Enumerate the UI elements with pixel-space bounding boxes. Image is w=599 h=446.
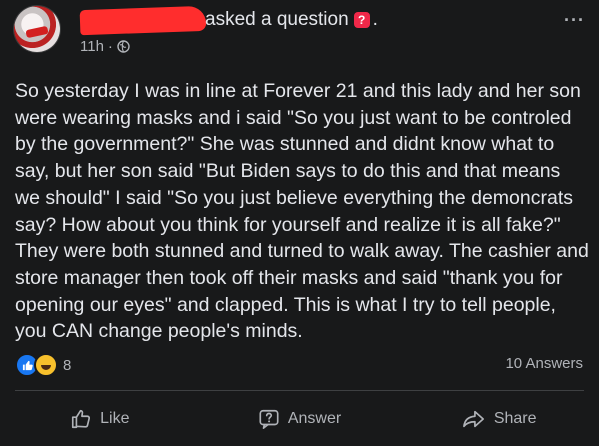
like-button[interactable]: Like <box>0 396 200 442</box>
divider <box>15 390 584 391</box>
action-bar: Like Answer Share <box>0 396 599 442</box>
header-action-text: asked a question <box>205 9 349 30</box>
answers-count-link[interactable]: 10 Answers <box>505 355 583 372</box>
haha-reaction-icon <box>34 353 58 377</box>
post-timestamp[interactable]: 11h <box>80 38 104 55</box>
answer-button[interactable]: Answer <box>200 396 400 442</box>
reactions-summary[interactable]: 8 <box>15 353 71 377</box>
post-header: asked a question ? . <box>205 9 378 31</box>
like-label: Like <box>100 410 130 427</box>
more-options-icon[interactable]: ··· <box>564 10 585 31</box>
post-meta: 11h · <box>80 38 130 55</box>
question-badge-icon: ? <box>353 12 370 28</box>
thumbs-up-icon <box>70 408 92 430</box>
share-button[interactable]: Share <box>399 396 599 442</box>
author-avatar[interactable] <box>14 6 60 52</box>
share-label: Share <box>493 410 537 427</box>
question-post: asked a question ? . 11h · ··· So yester… <box>0 0 599 446</box>
globe-icon <box>117 40 130 53</box>
question-bubble-icon <box>258 408 280 430</box>
header-trailing-dot: . <box>372 9 378 30</box>
meta-separator: · <box>107 38 113 55</box>
author-name-redaction <box>79 5 207 36</box>
share-arrow-icon <box>462 408 486 430</box>
post-body-text: So yesterday I was in line at Forever 21… <box>15 80 589 343</box>
answer-label: Answer <box>287 410 342 427</box>
reaction-count: 8 <box>63 356 72 374</box>
